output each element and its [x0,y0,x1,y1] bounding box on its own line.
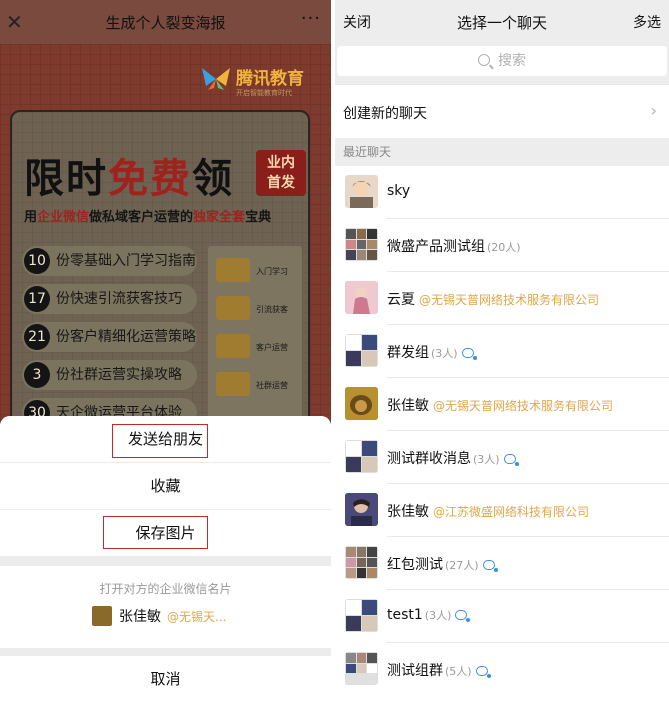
folder-label: 引流获客 [256,305,288,314]
group-avatar [345,546,378,579]
poster-image: 腾讯教育 开启智能教育时代 限时免费领 业内 首发 用企业微信做私域客户运营的独… [0,44,331,432]
brand-name: 腾讯教育 [236,69,304,89]
highlight-box [112,424,208,458]
card-name: 张佳敏 [119,609,161,625]
folder-label: 入门学习 [256,267,288,276]
brand-slogan: 开启智能教育时代 [236,89,292,97]
chat-name: sky [387,183,411,199]
page-title: 选择一个聊天 [456,14,547,32]
member-count: (20人) [487,241,521,254]
poster-tagline: 用企业微信做私域客户运营的独家全套宝典 [24,210,272,225]
business-card-section[interactable]: 打开对方的企业微信名片 张佳敏 @无锡天... [0,566,331,648]
card-hint: 打开对方的企业微信名片 [99,582,232,596]
poster-item: 21 份客户精细化运营策略 [22,322,197,352]
poster-card: 限时免费领 业内 首发 用企业微信做私域客户运营的独家全套宝典 10 份零基础入门… [10,110,310,432]
folder-icon [216,372,250,396]
chat-name: 张佳敏 [387,504,429,520]
avatar [345,493,378,526]
member-count: (3人) [424,609,452,622]
chat-item[interactable]: 张佳敏 @江苏微盛网络科技有限公司 [335,484,669,537]
favorite-button[interactable]: 收藏 [0,463,331,509]
group-chat-icon [482,560,498,572]
chat-company: @无锡天普网络技术服务有限公司 [419,293,600,307]
chat-name: 测试组群 [387,663,443,679]
avatar [345,281,378,314]
person-avatar-icon [345,281,378,314]
group-avatar [345,652,378,685]
chat-item[interactable]: 云夏 @无锡天普网络技术服务有限公司 [335,272,669,325]
more-icon[interactable]: ··· [301,8,321,29]
poster-item: 17 份快速引流获客技巧 [22,284,197,314]
avatar [345,387,378,420]
poster-headline: 限时免费领 [24,156,234,202]
chat-name: 群发组 [387,345,429,361]
chat-name: 微盛产品测试组 [387,239,485,255]
highlight-box [103,516,208,549]
folder-icon [216,258,250,282]
chat-name: 云夏 [387,292,415,308]
card-company: @无锡天... [167,610,227,624]
poster-item: 3 份社群运营实操攻略 [22,360,197,390]
group-chat-icon [455,610,471,622]
search-bar: 搜索 [335,44,669,84]
member-count: (27人) [445,559,479,572]
chat-item[interactable]: 微盛产品测试组 (20人) [335,219,669,272]
chat-company: @无锡天普网络技术服务有限公司 [433,399,614,413]
create-chat-row[interactable]: 创建新的聊天 › [335,84,669,138]
member-count: (3人) [431,347,458,360]
folder-icon [216,296,250,320]
avatar [92,606,112,626]
chat-item[interactable]: 红包测试 (27人) [335,537,669,590]
member-count: (5人) [445,665,472,678]
group-avatar [345,440,378,473]
chevron-right-icon: › [650,101,657,120]
first-release-badge: 业内 首发 [256,150,306,196]
poster-item: 10 份零基础入门学习指南 [22,246,197,276]
group-chat-icon [475,666,491,678]
person-avatar-icon [345,493,378,526]
chat-item[interactable]: 张佳敏 @无锡天普网络技术服务有限公司 [335,378,669,431]
chat-name: 红包测试 [387,557,443,573]
page-title: 生成个人裂变海报 [105,14,226,32]
search-icon [478,54,490,66]
search-placeholder: 搜索 [498,53,526,69]
chat-item[interactable]: sky [335,166,669,219]
section-header: 最近聊天 [335,138,669,166]
poster-share-screen: ✕ 生成个人裂变海报 ··· 腾讯教育 开启智能教育时代 限时免费领 业内 首发 [0,0,331,702]
chat-item[interactable]: 测试组群 (5人) [335,643,669,696]
member-count: (3人) [473,453,500,466]
chat-name: 测试群收消息 [387,451,471,467]
group-avatar [345,228,378,261]
group-avatar [345,599,378,632]
multi-select-button[interactable]: 多选 [633,12,661,32]
chat-company: @江苏微盛网络科技有限公司 [433,505,590,519]
chat-item[interactable]: test1 (3人) [335,590,669,643]
group-avatar [345,334,378,367]
cancel-button[interactable]: 取消 [0,656,331,702]
search-input[interactable]: 搜索 [337,46,667,76]
poster-folder-panel: 入门学习 引流获客 客户运营 社群运营 [208,246,302,432]
folder-label: 社群运营 [256,381,288,390]
folder-label: 客户运营 [256,343,288,352]
butterfly-logo-icon [202,68,230,90]
tencent-edu-logo: 腾讯教育 开启智能教育时代 [200,64,310,100]
chat-item[interactable]: 群发组 (3人) [335,325,669,378]
lion-avatar-icon [345,387,378,420]
group-chat-icon [503,454,519,466]
chat-item[interactable]: 测试群收消息 (3人) [335,431,669,484]
avatar [345,175,378,208]
group-chat-icon [461,348,477,360]
chat-name: 张佳敏 [387,398,429,414]
person-avatar-icon [350,180,373,208]
select-chat-screen: 关闭 选择一个聊天 多选 搜索 创建新的聊天 › 最近聊天 sky 微盛产品测试… [335,0,669,702]
action-sheet: 发送给朋友 收藏 保存图片 打开对方的企业微信名片 张佳敏 @无锡天... 取消 [0,416,331,702]
create-chat-label: 创建新的聊天 [343,106,427,122]
top-bar: 关闭 选择一个聊天 多选 [335,0,669,44]
folder-icon [216,334,250,358]
top-bar: ✕ 生成个人裂变海报 ··· [0,0,331,44]
chat-name: test1 [387,607,423,623]
